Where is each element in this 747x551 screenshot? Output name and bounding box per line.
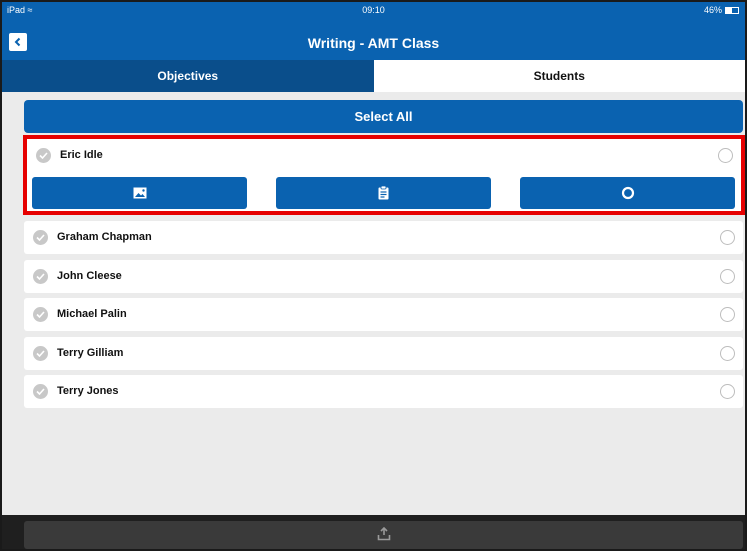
check-icon[interactable] (33, 230, 48, 245)
student-name: Terry Jones (57, 385, 119, 397)
student-name: Terry Gilliam (57, 347, 124, 359)
radio-button[interactable] (718, 148, 733, 163)
battery-icon (725, 6, 739, 14)
tab-students[interactable]: Students (373, 60, 745, 92)
clock: 09:10 (362, 5, 385, 15)
upload-button[interactable] (24, 521, 743, 549)
radio-button[interactable] (720, 346, 735, 361)
nav-bar: Writing - AMT Class (2, 22, 745, 60)
student-row[interactable]: Terry Gilliam (24, 337, 743, 370)
bottom-toolbar (2, 515, 745, 549)
select-all-button[interactable]: Select All (24, 100, 743, 133)
tab-objectives[interactable]: Objectives (2, 60, 374, 92)
student-actions (32, 177, 735, 209)
check-icon[interactable] (36, 148, 51, 163)
check-icon[interactable] (33, 307, 48, 322)
radio-button[interactable] (720, 230, 735, 245)
app-frame: iPad ≈ 09:10 46% Writing - AMT Class Obj… (2, 2, 745, 549)
radio-button[interactable] (720, 269, 735, 284)
check-icon[interactable] (33, 384, 48, 399)
selected-student-panel: Eric Idle (23, 135, 745, 215)
student-name: Michael Palin (57, 308, 127, 320)
page-title: Writing - AMT Class (307, 35, 440, 51)
check-icon[interactable] (33, 346, 48, 361)
check-icon[interactable] (33, 269, 48, 284)
student-row[interactable]: Graham Chapman (24, 221, 743, 254)
radio-button[interactable] (720, 307, 735, 322)
record-button[interactable] (520, 177, 735, 209)
image-icon (133, 187, 146, 199)
battery-percent: 46% (703, 5, 722, 15)
clipboard-icon (378, 186, 389, 200)
circle-icon (621, 186, 634, 200)
student-row[interactable]: Eric Idle (27, 139, 741, 172)
student-name: John Cleese (57, 270, 122, 282)
radio-button[interactable] (720, 384, 735, 399)
upload-icon (377, 527, 391, 541)
add-photo-button[interactable] (32, 177, 247, 209)
student-row[interactable]: John Cleese (24, 260, 743, 293)
battery-indicator: 46% (704, 5, 739, 15)
status-bar: iPad ≈ 09:10 46% (2, 2, 745, 22)
add-note-button[interactable] (276, 177, 491, 209)
student-name: Eric Idle (60, 149, 103, 161)
student-name: Graham Chapman (57, 231, 152, 243)
student-row[interactable]: Michael Palin (24, 298, 743, 331)
tab-bar: Objectives Students (2, 60, 745, 92)
student-row[interactable]: Terry Jones (24, 375, 743, 408)
